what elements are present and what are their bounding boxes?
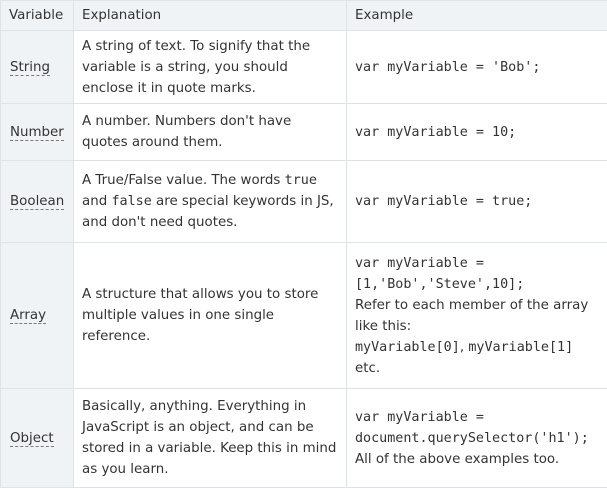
variable-cell: String [0,30,74,104]
table-row: Array A structure that allows you to sto… [0,242,607,389]
variable-cell: Object [0,388,74,488]
example-text: All of the above examples too. [355,451,560,467]
header-variable: Variable [0,0,74,31]
example-cell: var myVariable = 10; [346,103,607,161]
variable-cell: Array [0,242,74,389]
example-access: myVariable[0], myVariable[1] [355,337,599,358]
header-example: Example [346,0,607,31]
variable-term-string[interactable]: String [10,59,50,76]
example-text: Refer to each member of the array like t… [355,297,589,334]
variable-term-object[interactable]: Object [10,430,54,447]
example-cell: var myVariable = document.querySelector(… [346,388,607,488]
explanation-cell: A string of text. To signify that the va… [73,30,347,104]
table-row: Object Basically, anything. Everything i… [0,388,607,488]
explanation-cell: Basically, anything. Everything in JavaS… [73,388,347,488]
variable-term-number[interactable]: Number [10,124,64,141]
example-cell: var myVariable = [1,'Bob','Steve',10]; R… [346,242,607,389]
explanation-text: A True/False value. The words [82,173,285,188]
variable-cell: Boolean [0,160,74,243]
explanation-cell: A True/False value. The words true and f… [73,160,347,243]
example-cell: var myVariable = 'Bob'; [346,30,607,104]
example-code: myVariable[1] [468,339,574,355]
keyword-false: false [111,194,152,209]
example-code: var myVariable = [355,409,484,425]
table-row: String A string of text. To signify that… [0,30,607,104]
explanation-cell: A number. Numbers don't have quotes arou… [73,103,347,161]
variable-cell: Number [0,103,74,161]
example-code: var myVariable = true; [355,194,533,209]
example-code: var myVariable = 10; [355,124,517,140]
explanation-cell: A structure that allows you to store mul… [73,242,347,389]
example-text: etc. [355,360,381,376]
example-code: document.querySelector('h1'); [355,430,589,446]
example-code: var myVariable = [355,255,484,271]
header-explanation: Explanation [73,0,347,31]
example-code: myVariable[0] [355,339,460,355]
variable-types-table: Variable Explanation Example String A st… [0,0,607,488]
example-code: var myVariable = 'Bob'; [355,59,541,75]
table-header-row: Variable Explanation Example [0,0,607,31]
table-row: Number A number. Numbers don't have quot… [0,103,607,161]
example-code: [1,'Bob','Steve',10]; [355,276,525,292]
table-row: Boolean A True/False value. The words tr… [0,160,607,243]
example-cell: var myVariable = true; [346,160,607,243]
variable-term-array[interactable]: Array [10,308,47,324]
explanation-text: and [82,194,112,209]
keyword-true: true [284,173,317,188]
variable-term-boolean[interactable]: Boolean [10,194,65,210]
